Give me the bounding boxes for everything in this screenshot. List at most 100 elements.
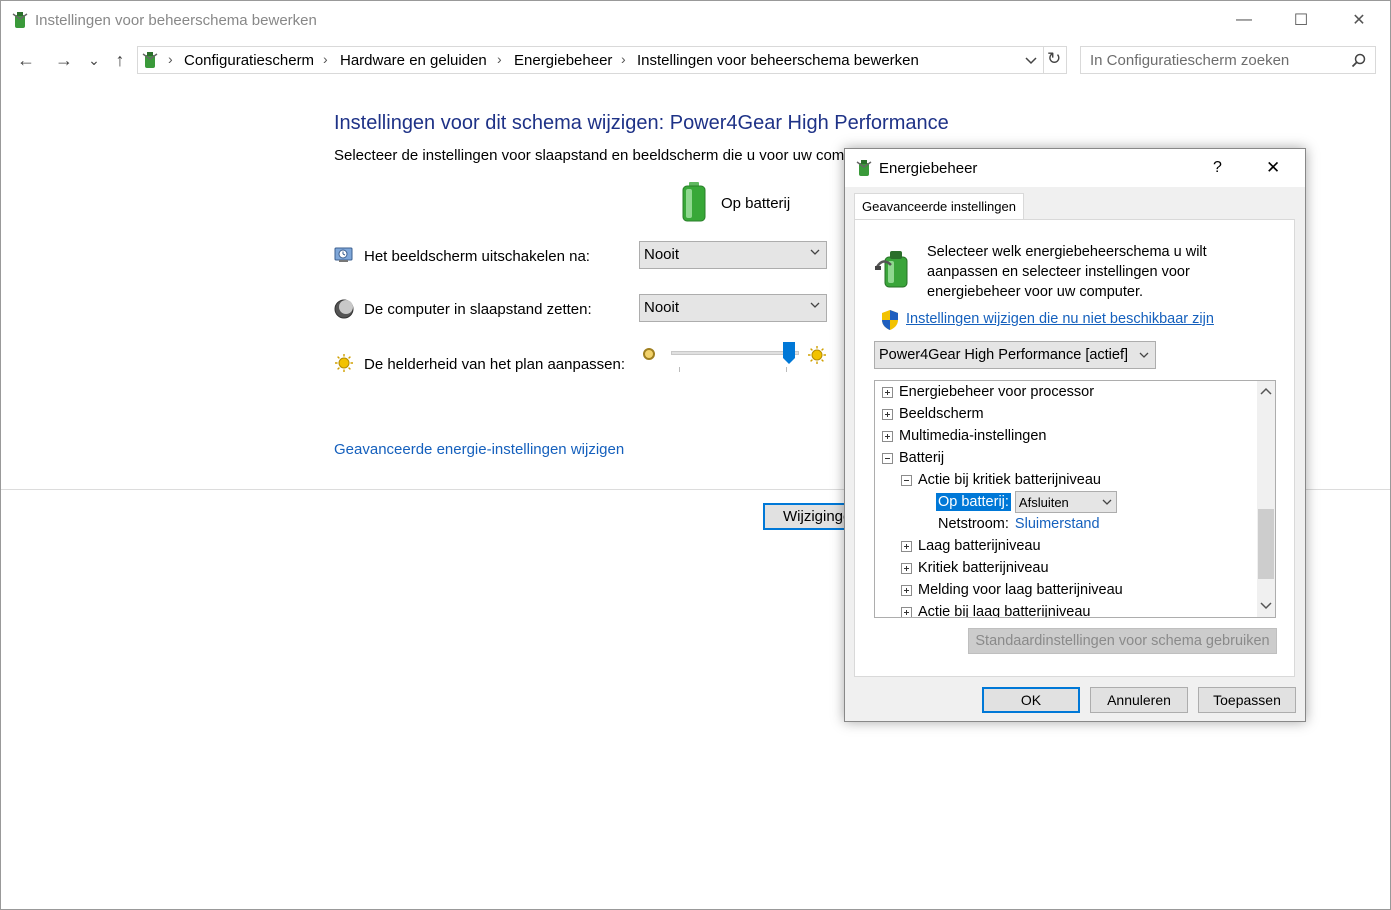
tree-item-label: Energiebeheer voor processor: [899, 384, 1095, 400]
on-battery-action-value: Afsluiten: [1018, 495, 1069, 510]
chevron-down-icon: [810, 302, 820, 308]
maximize-button[interactable]: ☐: [1273, 1, 1329, 39]
page-title: Instellingen voor dit schema wijzigen: P…: [334, 112, 949, 134]
tree-item-label: Laag batterijniveau: [918, 538, 1041, 554]
expand-plus-icon[interactable]: [882, 408, 893, 420]
ok-button[interactable]: OK: [982, 687, 1080, 713]
search-placeholder: In Configuratiescherm zoeken: [1090, 52, 1290, 69]
tree-item-critical-level[interactable]: Kritiek batterijniveau: [901, 557, 1049, 579]
brightness-slider-track[interactable]: [671, 351, 799, 355]
sleep-moon-icon: [334, 299, 354, 319]
tree-scrollbar[interactable]: [1257, 381, 1275, 617]
title-bar: Instellingen voor beheerschema bewerken …: [1, 1, 1390, 39]
scroll-down-icon[interactable]: [1260, 601, 1272, 611]
expand-plus-icon[interactable]: [882, 430, 893, 442]
tree-item-plugged-in[interactable]: Netstroom: Sluimerstand: [938, 513, 1100, 535]
up-button[interactable]: ↑: [107, 47, 133, 73]
expand-plus-icon[interactable]: [901, 562, 912, 574]
settings-tree[interactable]: Energiebeheer voor processor Beeldscherm…: [874, 380, 1276, 618]
expand-plus-icon[interactable]: [901, 540, 912, 552]
sleep-select[interactable]: Nooit: [639, 294, 827, 322]
collapse-minus-icon[interactable]: [901, 474, 912, 486]
back-button[interactable]: ←: [13, 47, 39, 73]
power-plan-icon: [875, 251, 908, 288]
power-options-dialog: Energiebeheer ? ✕ Geavanceerde instellin…: [844, 148, 1306, 722]
tree-item-label: Batterij: [899, 450, 945, 466]
tree-item-critical-action[interactable]: Actie bij kritiek batterijniveau: [901, 469, 1101, 491]
plugged-in-setting-value[interactable]: Sluimerstand: [1015, 516, 1100, 532]
on-battery-column-label: Op batterij: [721, 195, 791, 212]
breadcrumb-separator[interactable]: ›: [168, 51, 173, 67]
breadcrumb-current[interactable]: Instellingen voor beheerschema bewerken: [637, 52, 919, 69]
on-battery-action-select[interactable]: Afsluiten: [1014, 491, 1117, 513]
sleep-value: Nooit: [644, 299, 680, 316]
cancel-button[interactable]: Annuleren: [1090, 687, 1188, 713]
breadcrumb-hardware[interactable]: Hardware en geluiden: [340, 52, 487, 69]
recent-locations-button[interactable]: ⌄: [85, 47, 103, 73]
scrollbar-thumb[interactable]: [1258, 509, 1274, 579]
tree-item-label: Actie bij kritiek batterijniveau: [918, 472, 1101, 488]
plugged-in-setting-label: Netstroom:: [938, 516, 1009, 532]
tree-item-processor[interactable]: Energiebeheer voor processor: [882, 381, 1094, 403]
advanced-settings-panel: Selecteer welk energiebeheerschema u wil…: [854, 219, 1295, 677]
dialog-close-button[interactable]: ✕: [1266, 158, 1280, 178]
brightness-label: De helderheid van het plan aanpassen:: [364, 356, 626, 373]
tree-item-display[interactable]: Beeldscherm: [882, 403, 984, 425]
on-battery-setting-label: Op batterij:: [936, 493, 1011, 511]
address-divider: [1043, 47, 1044, 73]
address-dropdown-icon[interactable]: [1025, 56, 1037, 66]
scroll-up-icon[interactable]: [1260, 386, 1272, 396]
refresh-icon[interactable]: ↻: [1047, 49, 1061, 69]
brightness-low-icon: [643, 348, 655, 360]
dialog-title: Energiebeheer: [879, 160, 978, 177]
search-input[interactable]: In Configuratiescherm zoeken: [1080, 46, 1376, 74]
tree-item-multimedia[interactable]: Multimedia-instellingen: [882, 425, 1047, 447]
breadcrumb-separator[interactable]: ›: [323, 51, 328, 67]
brightness-slider-thumb[interactable]: [782, 341, 796, 365]
page-subtitle: Selecteer de instellingen voor slaapstan…: [334, 147, 846, 164]
collapse-minus-icon[interactable]: [882, 452, 893, 464]
forward-button[interactable]: →: [51, 47, 77, 73]
expand-plus-icon[interactable]: [901, 584, 912, 596]
display-off-label: Het beeldscherm uitschakelen na:: [364, 248, 590, 265]
battery-icon: [682, 182, 706, 222]
tab-advanced-settings[interactable]: Geavanceerde instellingen: [854, 193, 1024, 220]
tree-item-low-level[interactable]: Laag batterijniveau: [901, 535, 1041, 557]
expand-plus-icon[interactable]: [901, 606, 912, 617]
help-button[interactable]: ?: [1213, 159, 1222, 177]
brightness-high-icon: [808, 346, 826, 364]
breadcrumb-configuratiescherm[interactable]: Configuratiescherm: [184, 52, 314, 69]
restore-defaults-button[interactable]: Standaardinstellingen voor schema gebrui…: [968, 628, 1277, 654]
window-title: Instellingen voor beheerschema bewerken: [35, 12, 317, 29]
dialog-description: Selecteer welk energiebeheerschema u wil…: [927, 244, 1207, 300]
tree-item-low-action[interactable]: Actie bij laag batterijniveau: [901, 601, 1091, 617]
address-bar[interactable]: › Configuratiescherm › Hardware en gelui…: [137, 46, 1067, 74]
minimize-button[interactable]: —: [1216, 1, 1272, 39]
control-panel-icon: [142, 52, 158, 68]
search-icon[interactable]: [1351, 53, 1366, 68]
advanced-settings-link[interactable]: Geavanceerde energie-instellingen wijzig…: [334, 441, 624, 458]
power-options-icon: [12, 12, 28, 28]
power-scheme-value: Power4Gear High Performance [actief]: [879, 347, 1129, 363]
apply-button[interactable]: Toepassen: [1198, 687, 1296, 713]
control-panel-window: Instellingen voor beheerschema bewerken …: [0, 0, 1391, 910]
unavailable-settings-link[interactable]: Instellingen wijzigen die nu niet beschi…: [906, 311, 1214, 327]
expand-plus-icon[interactable]: [882, 386, 893, 398]
chevron-down-icon: [1102, 499, 1112, 505]
dialog-title-bar: Energiebeheer ? ✕: [845, 149, 1305, 187]
sleep-label: De computer in slaapstand zetten:: [364, 301, 592, 318]
tree-item-low-notification[interactable]: Melding voor laag batterijniveau: [901, 579, 1123, 601]
breadcrumb-separator[interactable]: ›: [621, 51, 626, 67]
tree-item-battery[interactable]: Batterij: [882, 447, 944, 469]
tree-item-on-battery[interactable]: Op batterij: Afsluiten: [936, 491, 1117, 513]
slider-tick: [786, 367, 787, 372]
display-off-value: Nooit: [644, 246, 680, 263]
display-off-select[interactable]: Nooit: [639, 241, 827, 269]
power-scheme-select[interactable]: Power4Gear High Performance [actief]: [874, 341, 1156, 369]
breadcrumb-separator[interactable]: ›: [497, 51, 502, 67]
power-options-icon: [856, 160, 872, 176]
breadcrumb-energiebeheer[interactable]: Energiebeheer: [514, 52, 612, 69]
monitor-icon: [334, 247, 353, 262]
brightness-icon: [335, 354, 353, 372]
close-button[interactable]: ✕: [1331, 1, 1387, 39]
